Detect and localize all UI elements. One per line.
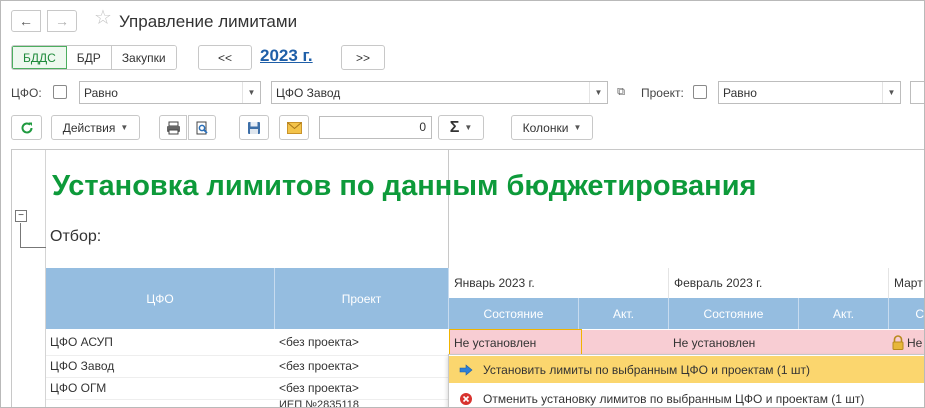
caret-down-icon: ▼ — [120, 123, 129, 132]
print-button[interactable] — [159, 115, 187, 140]
printer-icon — [166, 121, 180, 134]
column-divider — [448, 150, 449, 268]
cfo-value-field[interactable]: ЦФО Завод ▼ — [271, 81, 608, 104]
sigma-icon: Σ — [449, 118, 460, 136]
back-button[interactable]: ← — [11, 10, 41, 32]
mode-bdr-button[interactable]: БДР — [66, 46, 112, 69]
column-header-cfo[interactable]: ЦФО — [46, 268, 275, 329]
favorite-star-icon[interactable]: ☆ — [94, 8, 112, 28]
cancel-icon — [449, 392, 483, 406]
columns-menu-button[interactable]: Колонки ▼ — [511, 115, 593, 140]
floppy-disk-icon — [248, 121, 260, 134]
subheader-act-feb: Акт. — [799, 298, 889, 329]
act-cell-feb[interactable] — [799, 330, 889, 355]
caret-down-icon: ▼ — [464, 123, 473, 132]
window-title: Управление лимитами — [119, 12, 298, 31]
subheader-act-jan: Акт. — [579, 298, 669, 329]
context-menu: Установить лимиты по выбранным ЦФО и про… — [448, 354, 924, 407]
envelope-icon — [286, 121, 302, 134]
table-row-cfo[interactable]: ЦФО АСУП — [46, 331, 275, 353]
save-button[interactable] — [239, 115, 269, 140]
month-header-february: Февраль 2023 г. — [669, 268, 889, 298]
table-row-cfo[interactable]: ЦФО ОГМ — [46, 377, 275, 399]
state-cell-feb[interactable]: Не установлен — [669, 330, 799, 355]
table-row-project[interactable]: <без проекта> — [275, 331, 449, 353]
subheader-state-feb: Состояние — [669, 298, 799, 329]
act-cell-jan[interactable] — [582, 330, 669, 355]
mode-bdds-button[interactable]: БДДС — [12, 46, 67, 69]
forward-button[interactable]: → — [47, 10, 77, 32]
cfo-filter-label: ЦФО: — [11, 86, 42, 100]
chevron-down-icon[interactable]: ▼ — [242, 82, 260, 103]
cfo-condition-value: Равно — [84, 85, 118, 100]
state-cell-mar[interactable]: Не — [889, 330, 924, 355]
print-preview-button[interactable] — [188, 115, 216, 140]
cfo-condition-select[interactable]: Равно ▼ — [79, 81, 261, 104]
table-row-project[interactable]: <без проекта> — [275, 355, 449, 377]
open-icon[interactable]: ⧉ — [612, 83, 630, 101]
row-grouping-gutter — [12, 150, 46, 407]
mode-purchases-button[interactable]: Закупки — [111, 46, 176, 69]
report-heading: Установка лимитов по данным бюджетирован… — [52, 170, 757, 202]
menu-item-label: Отменить установку лимитов по выбранным … — [483, 391, 865, 406]
column-header-project[interactable]: Проект — [275, 268, 449, 329]
subheader-state-jan: Состояние — [449, 298, 579, 329]
window: ← → ☆ Управление лимитами БДДС БДР Закуп… — [0, 0, 925, 408]
tree-line — [20, 247, 46, 248]
number-field[interactable]: 0 — [319, 116, 432, 139]
print-preview-icon — [196, 121, 208, 134]
table-row-project[interactable]: ИЕП №2835118 — [275, 399, 449, 407]
filter-label: Отбор: — [50, 228, 102, 245]
cfo-value-text: ЦФО Завод — [276, 85, 341, 100]
mode-switch: БДДС БДР Закупки — [11, 45, 177, 70]
actions-menu-button[interactable]: Действия ▼ — [51, 115, 140, 140]
menu-item-label: Установить лимиты по выбранным ЦФО и про… — [483, 362, 810, 377]
month-header-march: Март — [894, 276, 923, 290]
caret-down-icon: ▼ — [573, 123, 582, 132]
actions-label: Действия — [62, 120, 116, 135]
month-header-january: Январь 2023 г. — [449, 268, 669, 298]
menu-item-set-limits[interactable]: Установить лимиты по выбранным ЦФО и про… — [449, 356, 924, 383]
chevron-down-icon[interactable]: ▼ — [882, 82, 900, 103]
refresh-button[interactable] — [11, 115, 42, 140]
subheader-state-mar: С — [889, 298, 924, 329]
lock-icon — [892, 335, 904, 350]
sum-menu-button[interactable]: Σ ▼ — [438, 115, 484, 140]
current-year-link[interactable]: 2023 г. — [260, 46, 313, 66]
cfo-filter-checkbox[interactable] — [53, 85, 67, 99]
arrow-right-icon — [449, 363, 483, 376]
project-condition-select[interactable]: Равно ▼ — [718, 81, 901, 104]
send-email-button[interactable] — [279, 115, 309, 140]
project-value-field[interactable] — [910, 81, 924, 104]
project-condition-value: Равно — [723, 85, 757, 100]
state-cell-jan[interactable]: Не установлен — [449, 329, 582, 356]
table-row-cfo[interactable]: ЦФО Завод — [46, 355, 275, 377]
state-cell-mar-text: Не — [907, 335, 923, 350]
columns-label: Колонки — [522, 120, 569, 135]
project-filter-checkbox[interactable] — [693, 85, 707, 99]
prev-year-button[interactable]: << — [198, 45, 252, 70]
table-row-project[interactable]: <без проекта> — [275, 377, 449, 399]
refresh-icon — [21, 121, 32, 133]
collapse-group-icon[interactable]: − — [15, 210, 27, 222]
next-year-button[interactable]: >> — [341, 45, 385, 70]
menu-item-cancel-limits[interactable]: Отменить установку лимитов по выбранным … — [449, 385, 924, 407]
chevron-down-icon[interactable]: ▼ — [589, 82, 607, 103]
tree-line — [20, 223, 21, 247]
project-filter-label: Проект: — [641, 86, 684, 100]
title-bar: ← → ☆ Управление лимитами — [1, 1, 924, 41]
